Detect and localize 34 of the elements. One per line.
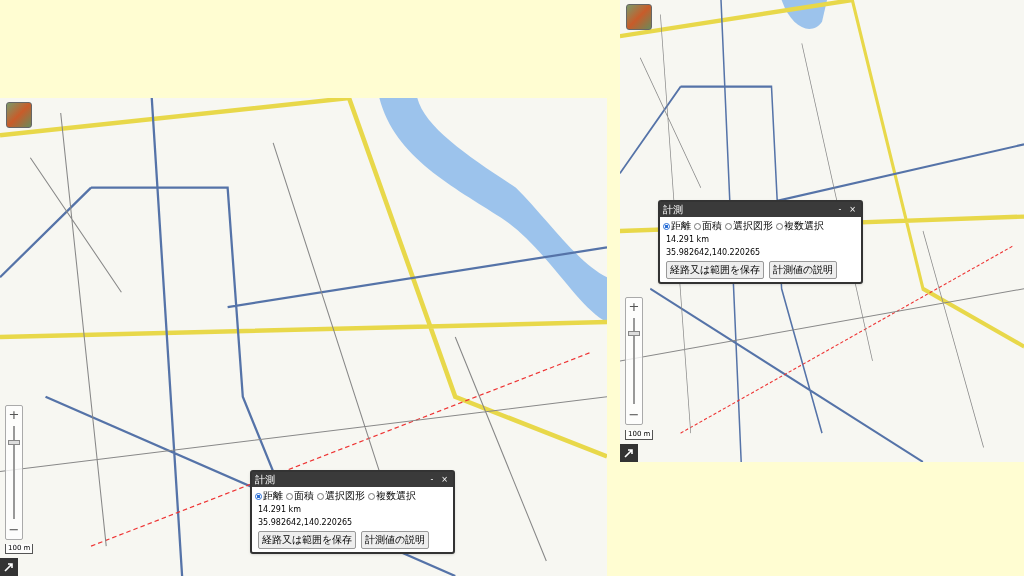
close-button[interactable]: × (441, 474, 448, 485)
expand-button[interactable] (620, 444, 638, 462)
dialog-title: 計測 (663, 203, 683, 216)
zoom-out-button[interactable]: − (628, 406, 640, 424)
measure-mode-radio[interactable]: 複数選択 (776, 220, 824, 232)
minimize-button[interactable]: - (430, 474, 434, 485)
arrow-icon (4, 562, 14, 572)
coordinates-value: 35.982642,140.220265 (257, 517, 354, 528)
dialog-title: 計測 (255, 473, 275, 486)
measure-mode-radio[interactable]: 面積 (694, 220, 722, 232)
dialog-button[interactable]: 計測値の説明 (769, 261, 837, 279)
measure-mode-radio[interactable]: 距離 (663, 220, 691, 232)
measure-mode-radio[interactable]: 選択図形 (725, 220, 773, 232)
layer-thumbnail-button[interactable] (626, 4, 652, 30)
arrow-icon (624, 448, 634, 458)
measure-mode-radio[interactable]: 複数選択 (368, 490, 416, 502)
dialog-button[interactable]: 経路又は範囲を保存 (666, 261, 764, 279)
layer-thumbnail-button[interactable] (6, 102, 32, 128)
zoom-slider-thumb[interactable] (628, 330, 640, 336)
zoom-slider-thumb[interactable] (8, 439, 20, 445)
dialog-button[interactable]: 計測値の説明 (361, 531, 429, 549)
close-button[interactable]: × (849, 204, 856, 215)
zoom-in-button[interactable]: + (8, 406, 20, 424)
distance-value: 14.291 km (257, 504, 302, 515)
measure-mode-radio[interactable]: 面積 (286, 490, 314, 502)
zoom-in-button[interactable]: + (628, 298, 640, 316)
measure-mode-radio[interactable]: 選択図形 (317, 490, 365, 502)
measure-mode-radio[interactable]: 距離 (255, 490, 283, 502)
zoom-out-button[interactable]: − (8, 521, 20, 539)
expand-button[interactable] (0, 558, 18, 576)
dialog-button[interactable]: 経路又は範囲を保存 (258, 531, 356, 549)
distance-value: 14.291 km (665, 234, 710, 245)
coordinates-value: 35.982642,140.220265 (665, 247, 762, 258)
minimize-button[interactable]: - (838, 204, 842, 215)
